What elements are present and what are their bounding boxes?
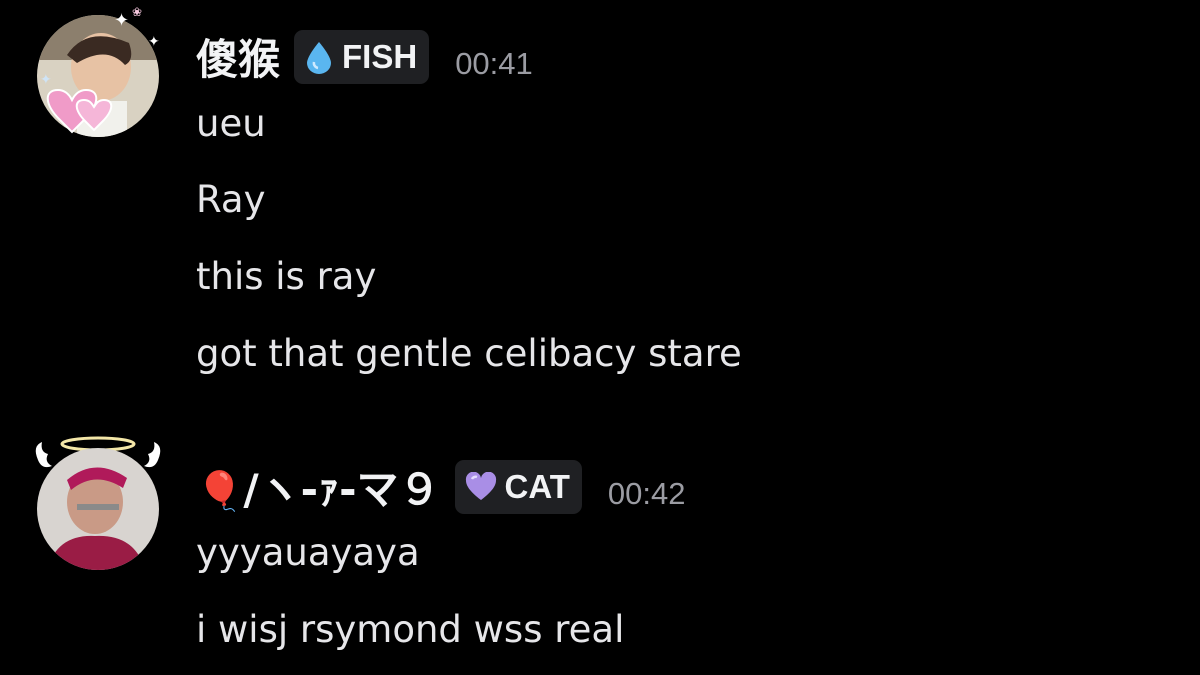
avatar-image (37, 15, 159, 137)
role-tag-label: CAT (504, 467, 570, 505)
role-tag-label: FISH (342, 37, 418, 75)
message-group-2: 🎈/ヽ-ｧ-マ９ CAT 00:42 yyyauayaya i wisj rsy… (0, 420, 1200, 675)
role-tag[interactable]: CAT (454, 459, 582, 514)
message-text: Ray (196, 178, 266, 221)
message-text: yyyauayaya (196, 531, 420, 574)
svg-text:❀: ❀ (132, 5, 142, 19)
message-text: ueu (196, 102, 266, 145)
purple-heart-icon (465, 471, 496, 500)
message-text: this is ray (196, 255, 377, 298)
avatar[interactable] (37, 448, 159, 570)
balloon-emoji: 🎈 (196, 469, 244, 513)
message-text: got that gentle celibacy stare (196, 332, 742, 375)
avatar-image (37, 448, 159, 570)
role-tag[interactable]: FISH (294, 29, 430, 84)
timestamp: 00:42 (607, 475, 686, 511)
water-drop-icon (307, 41, 332, 74)
timestamp: 00:41 (455, 45, 533, 81)
username-text: /ヽ-ｧ-マ９ (243, 465, 441, 514)
message-header: 🎈/ヽ-ｧ-マ９ CAT 00:42 (196, 456, 686, 517)
username[interactable]: 傻猴 (196, 26, 280, 87)
message-text: i wisj rsymond wss real (196, 608, 625, 651)
avatar[interactable] (37, 15, 159, 137)
message-group-1: ✦ ✦ ❀ ✦ 傻猴 FISH 00:41 ueu Ray this is ra… (0, 0, 1200, 420)
username[interactable]: 🎈/ヽ-ｧ-マ９ (196, 456, 441, 517)
message-header: 傻猴 FISH 00:41 (196, 26, 533, 87)
